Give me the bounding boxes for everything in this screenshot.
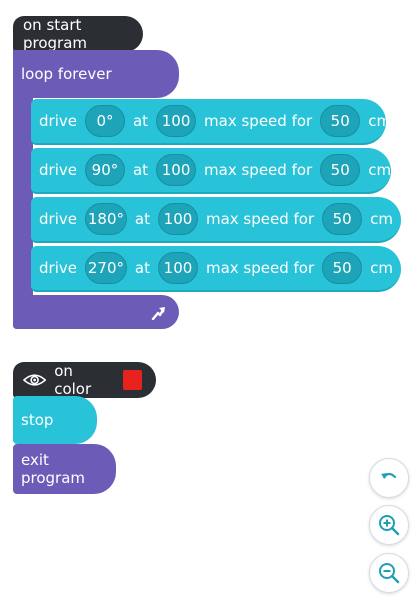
speed-input[interactable]: 100 [156, 105, 197, 137]
stop-block[interactable]: stop [13, 396, 97, 444]
max-speed-label: max speed for [205, 210, 315, 228]
undo-icon [381, 472, 397, 479]
at-label: at [132, 161, 149, 179]
distance-input[interactable]: 50 [320, 105, 361, 137]
angle-input[interactable]: 0° [84, 105, 125, 137]
loop-forever-arm [13, 96, 33, 301]
speed-input[interactable]: 100 [157, 203, 198, 235]
distance-input[interactable]: 50 [322, 203, 363, 235]
unit-label: cm [370, 259, 393, 277]
zoom-in-button[interactable] [369, 505, 409, 545]
loop-forever-end [13, 295, 179, 329]
at-label: at [134, 210, 150, 228]
angle-input[interactable]: 270° [84, 252, 127, 284]
max-speed-label: max speed for [204, 161, 313, 179]
on-start-program-block[interactable]: on start program [13, 16, 143, 52]
drive-block-2[interactable]: drive 180° at 100 max speed for 50 cm [31, 197, 401, 243]
at-label: at [132, 112, 149, 130]
unit-label: cm [370, 210, 393, 228]
loop-forever-block[interactable]: loop forever [13, 50, 179, 98]
exit-program-label: exit program [21, 451, 86, 487]
drive-block-1[interactable]: drive 90° at 100 max speed for 50 cm [31, 148, 391, 194]
at-label: at [134, 259, 150, 277]
drive-verb: drive [39, 210, 77, 228]
angle-input[interactable]: 90° [84, 154, 125, 186]
distance-input[interactable]: 50 [320, 154, 361, 186]
loop-arrow-icon [151, 307, 165, 320]
loop-forever-label: loop forever [21, 65, 112, 83]
stop-label: stop [21, 411, 54, 429]
max-speed-label: max speed for [204, 112, 313, 130]
undo-button[interactable] [369, 458, 409, 498]
zoom-out-icon [379, 563, 400, 584]
drive-block-0[interactable]: drive 0° at 100 max speed for 50 cm [31, 99, 391, 145]
speed-input[interactable]: 100 [157, 252, 198, 284]
drive-verb: drive [39, 161, 77, 179]
drive-verb: drive [39, 259, 77, 277]
drive-verb: drive [39, 112, 77, 130]
drive-block-3[interactable]: drive 270° at 100 max speed for 50 cm [31, 246, 401, 292]
eye-icon [23, 374, 47, 386]
zoom-in-icon [379, 515, 400, 536]
distance-input[interactable]: 50 [322, 252, 363, 284]
max-speed-label: max speed for [205, 259, 315, 277]
on-color-block[interactable]: on color [13, 362, 156, 398]
unit-label: cm [368, 112, 392, 130]
exit-program-block[interactable]: exit program [13, 444, 116, 494]
on-color-label: on color [54, 362, 92, 398]
angle-input[interactable]: 180° [84, 203, 127, 235]
color-swatch[interactable] [122, 370, 142, 390]
speed-input[interactable]: 100 [156, 154, 197, 186]
zoom-out-button[interactable] [369, 553, 409, 593]
unit-label: cm [368, 161, 392, 179]
on-start-program-label: on start program [23, 16, 88, 52]
